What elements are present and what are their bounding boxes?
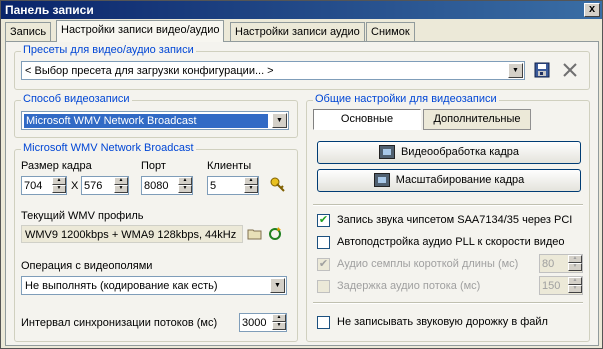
- spin-down-icon[interactable]: ▼: [568, 285, 582, 293]
- tab-audio-settings[interactable]: Настройки записи аудио: [230, 22, 365, 41]
- general-settings-group: Общие настройки для видеозаписи Основные…: [306, 93, 590, 342]
- spin-down-icon[interactable]: ▼: [52, 185, 66, 193]
- chk-no-audio-track-label: Не записывать звуковую дорожку в файл: [337, 316, 548, 328]
- field-operation-select[interactable]: Не выполнять (кодирование как есть) ▼: [21, 276, 287, 295]
- chevron-down-icon[interactable]: ▼: [272, 113, 287, 128]
- port-label: Порт: [141, 160, 166, 172]
- sync-interval-label: Интервал синхронизации потоков (мс): [21, 317, 218, 329]
- separator: [313, 302, 583, 304]
- frame-height-value: 576: [84, 180, 103, 192]
- chk-short-samples[interactable]: ✔: [317, 258, 330, 271]
- port-spinner[interactable]: 8080 ▲ ▼: [141, 176, 193, 195]
- spin-down-icon[interactable]: ▼: [272, 322, 286, 330]
- tab-recording[interactable]: Запись: [5, 22, 52, 41]
- field-operation-value: Не выполнять (кодирование как есть): [25, 280, 218, 292]
- capture-method-select-value: Microsoft WMV Network Broadcast: [24, 114, 268, 128]
- spin-up-icon[interactable]: ▲: [52, 177, 66, 185]
- video-processing-button[interactable]: Видеообработка кадра: [317, 141, 581, 164]
- chk-saa-audio[interactable]: ✔: [317, 214, 330, 227]
- chevron-down-icon[interactable]: ▼: [508, 63, 523, 78]
- spin-down-icon[interactable]: ▼: [244, 185, 258, 193]
- chevron-down-icon[interactable]: ▼: [270, 278, 285, 293]
- save-icon[interactable]: [533, 61, 551, 79]
- window-title: Панель записи: [5, 3, 94, 17]
- title-bar: Панель записи x: [1, 1, 602, 19]
- recording-panel-window: Панель записи x Запись Настройки записи …: [0, 0, 603, 349]
- chk-audio-delay[interactable]: [317, 280, 330, 293]
- capture-method-select[interactable]: Microsoft WMV Network Broadcast ▼: [21, 111, 289, 130]
- tab-basic[interactable]: Основные: [313, 109, 421, 130]
- wmv-profile-value: WMV9 1200kbps + WMA9 128kbps, 44kHz: [25, 229, 237, 241]
- wmv-profile-field: WMV9 1200kbps + WMA9 128kbps, 44kHz: [21, 225, 243, 243]
- spin-down-icon[interactable]: ▼: [178, 185, 192, 193]
- chk-saa-audio-label: Запись звука чипсетом SAA7134/35 через P…: [337, 214, 573, 226]
- port-value: 8080: [144, 180, 169, 192]
- spin-down-icon[interactable]: ▼: [114, 185, 128, 193]
- spin-up-icon[interactable]: ▲: [272, 314, 286, 322]
- tab-video-audio-settings[interactable]: Настройки записи видео/аудио: [56, 20, 225, 42]
- chk-audio-pll[interactable]: [317, 236, 330, 249]
- frame-width-value: 704: [24, 180, 43, 192]
- general-group-title: Общие настройки для видеозаписи: [313, 93, 499, 105]
- separator: [313, 204, 583, 206]
- spin-up-icon[interactable]: ▲: [568, 255, 582, 263]
- short-samples-spinner[interactable]: 80 ▲ ▼: [539, 254, 583, 273]
- key-icon[interactable]: [269, 176, 287, 194]
- presets-group: Пресеты для видео/аудио записи < Выбор п…: [14, 44, 590, 90]
- chk-no-audio-track[interactable]: [317, 316, 330, 329]
- scaling-button[interactable]: Масштабирование кадра: [317, 169, 581, 192]
- open-folder-icon[interactable]: [247, 226, 263, 242]
- preset-select-value: < Выбор пресета для загрузки конфигураци…: [25, 65, 274, 77]
- sync-interval-value: 3000: [242, 317, 267, 329]
- spin-up-icon[interactable]: ▲: [114, 177, 128, 185]
- delete-icon[interactable]: [561, 61, 579, 79]
- chk-audio-delay-label: Задержка аудио потока (мс): [337, 280, 481, 292]
- scaling-button-label: Масштабирование кадра: [395, 174, 525, 186]
- clients-spinner[interactable]: 5 ▲ ▼: [207, 176, 259, 195]
- preset-select[interactable]: < Выбор пресета для загрузки конфигураци…: [21, 61, 525, 80]
- chk-short-samples-label: Аудио семплы короткой длины (мс): [337, 258, 519, 270]
- tab-snapshot[interactable]: Снимок: [366, 22, 415, 41]
- spin-up-icon[interactable]: ▲: [244, 177, 258, 185]
- settings-panel: Пресеты для видео/аудио записи < Выбор п…: [5, 41, 599, 346]
- spin-up-icon[interactable]: ▲: [568, 277, 582, 285]
- wmv-settings-group: Microsoft WMV Network Broadcast Размер к…: [14, 142, 298, 342]
- chk-audio-pll-label: Автоподстройка аудио PLL к скорости виде…: [337, 236, 565, 248]
- audio-delay-spinner[interactable]: 150 ▲ ▼: [539, 276, 583, 295]
- spin-up-icon[interactable]: ▲: [178, 177, 192, 185]
- audio-delay-value: 150: [542, 280, 561, 292]
- clients-value: 5: [210, 180, 217, 192]
- clients-label: Клиенты: [207, 160, 252, 172]
- sync-interval-spinner[interactable]: 3000 ▲ ▼: [239, 313, 287, 332]
- wmv-profile-label: Текущий WMV профиль: [21, 210, 144, 222]
- frame-width-spinner[interactable]: 704 ▲ ▼: [21, 176, 67, 195]
- film-icon: [378, 145, 395, 160]
- wmv-group-title: Microsoft WMV Network Broadcast: [21, 142, 196, 154]
- frame-size-x-label: X: [71, 180, 79, 192]
- spin-down-icon[interactable]: ▼: [568, 263, 582, 271]
- field-operation-label: Операция с видеополями: [21, 260, 153, 272]
- tab-advanced[interactable]: Дополнительные: [423, 109, 531, 130]
- video-processing-button-label: Видеообработка кадра: [400, 146, 520, 158]
- frame-height-spinner[interactable]: 576 ▲ ▼: [81, 176, 129, 195]
- capture-method-group: Способ видеозаписи Microsoft WMV Network…: [14, 93, 298, 138]
- short-samples-value: 80: [542, 258, 555, 270]
- close-button[interactable]: x: [584, 3, 600, 17]
- refresh-icon[interactable]: [267, 226, 283, 242]
- presets-group-title: Пресеты для видео/аудио записи: [21, 44, 196, 56]
- frame-size-label: Размер кадра: [21, 160, 92, 172]
- capture-method-group-title: Способ видеозаписи: [21, 93, 132, 105]
- resize-icon: [373, 173, 390, 188]
